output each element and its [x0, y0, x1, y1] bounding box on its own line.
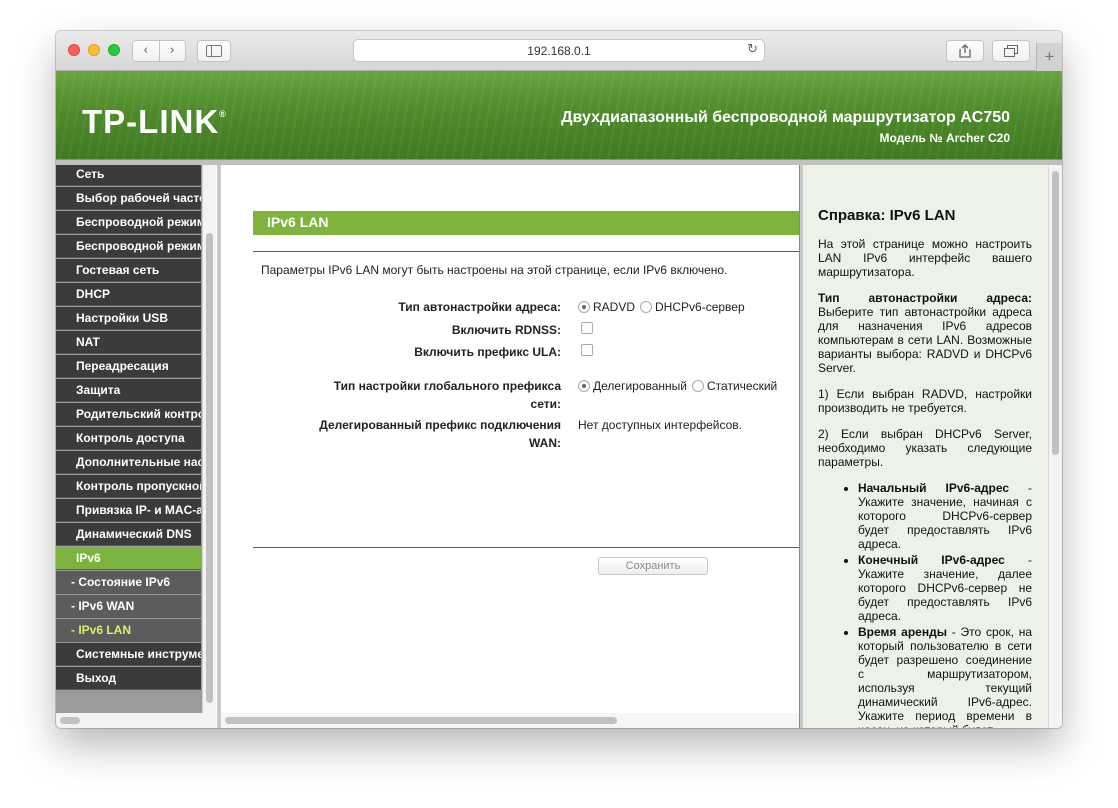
help-term: Тип автонастройки адреса: [818, 291, 1032, 305]
tab-overview-button[interactable] [992, 40, 1030, 62]
window-maximize-button[interactable] [108, 44, 120, 56]
ula-label: Включить префикс ULA: [414, 345, 561, 359]
menu-item[interactable]: Выход [56, 667, 201, 690]
menu-scrollbar[interactable] [202, 165, 216, 728]
content-horizontal-scrollbar[interactable] [221, 713, 799, 728]
section-title: IPv6 LAN [253, 211, 799, 235]
browser-toolbar: ‹ › 192.168.0.1 ↻ + [56, 31, 1062, 71]
radio-static-label: Статический [707, 379, 778, 393]
help-panel: Справка: IPv6 LAN На этой странице можно… [803, 165, 1062, 728]
radio-delegated[interactable] [578, 380, 590, 392]
menu-item[interactable]: - Состояние IPv6 [56, 571, 201, 594]
menu-item[interactable]: Сеть [56, 165, 201, 186]
menu-item[interactable]: Системные инструменты [56, 643, 201, 666]
share-button[interactable] [946, 40, 984, 62]
delegated-prefix-label: Делегированный префикс подключения WAN: [251, 416, 561, 452]
tabs-icon [1004, 45, 1018, 57]
page-header: TP-LINK® Двухдиапазонный беспроводной ма… [56, 71, 1062, 159]
history-nav: ‹ › [132, 40, 186, 62]
model-number: Модель № Archer C20 [879, 131, 1010, 145]
section-rule [253, 251, 799, 252]
menu-item[interactable]: - IPv6 WAN [56, 595, 201, 618]
menu-item[interactable]: Беспроводной режим 2,4 ГГц [56, 211, 201, 234]
help-paragraph: 2) Если выбран DHCPv6 Server, необходимо… [818, 427, 1032, 469]
url-text: 192.168.0.1 [527, 43, 591, 58]
help-paragraph: На этой странице можно настроить LAN IPv… [818, 237, 1032, 279]
rdnss-label: Включить RDNSS: [451, 323, 561, 337]
menu-item[interactable]: Настройки USB [56, 307, 201, 330]
help-list: Начальный IPv6-адрес - Укажите значение,… [858, 481, 1032, 728]
menu-item[interactable]: Выбор рабочей частоты [56, 187, 201, 210]
prefix-type-label: Тип настройки глобального префикса сети: [251, 377, 561, 413]
radio-static[interactable] [692, 380, 705, 392]
help-list-item: Начальный IPv6-адрес - Укажите значение,… [858, 481, 1032, 551]
menu-item[interactable]: Динамический DNS [56, 523, 201, 546]
menu-item[interactable]: Контроль доступа [56, 427, 201, 450]
address-bar[interactable]: 192.168.0.1 ↻ [353, 39, 765, 62]
menu-item[interactable]: IPv6 [56, 547, 201, 570]
help-scrollbar[interactable] [1048, 165, 1062, 728]
sidebar-icon [206, 45, 222, 57]
radio-radvd-label: RADVD [593, 300, 636, 314]
address-type-label: Тип автонастройки адреса: [398, 300, 561, 314]
sidebar-toggle-button[interactable] [197, 40, 231, 62]
menu-horizontal-scrollbar[interactable] [56, 713, 216, 728]
address-type-group: RADVD DHCPv6-сервер [578, 298, 745, 316]
ula-checkbox[interactable] [581, 344, 593, 356]
delegated-prefix-value: Нет доступных интерфейсов. [578, 418, 742, 432]
help-paragraph: Тип автонастройки адреса: Выберите тип а… [818, 291, 1032, 375]
radio-delegated-label: Делегированный [593, 379, 688, 393]
side-menu: СетьВыбор рабочей частотыБеспроводной ре… [56, 165, 202, 728]
brand-logo: TP-LINK® [82, 103, 227, 140]
prefix-type-label-text: Тип настройки глобального префикса сети: [333, 379, 561, 411]
menu-item[interactable]: Переадресация [56, 355, 201, 378]
help-list-item: Время аренды - Это срок, на который поль… [858, 625, 1032, 728]
window-close-button[interactable] [68, 44, 80, 56]
menu-item[interactable]: Контроль пропускной способности [56, 475, 201, 498]
radio-dhcpv6-label: DHCPv6-сервер [655, 300, 745, 314]
menu-item[interactable]: DHCP [56, 283, 201, 306]
rdnss-checkbox[interactable] [581, 322, 593, 334]
menu-item[interactable]: Беспроводной режим 5 ГГц [56, 235, 201, 258]
delegated-prefix-label-text: Делегированный префикс подключения WAN: [319, 418, 561, 450]
share-icon [959, 44, 971, 58]
help-title: Справка: IPv6 LAN [818, 207, 956, 224]
main-content: IPv6 LAN Параметры IPv6 LAN могут быть н… [221, 165, 799, 728]
radio-dhcpv6[interactable] [640, 301, 653, 313]
form-rule [253, 547, 799, 548]
plus-icon[interactable]: + [1036, 43, 1062, 71]
router-page: TP-LINK® Двухдиапазонный беспроводной ма… [56, 71, 1062, 728]
help-body: На этой странице можно настроить LAN IPv… [818, 237, 1032, 728]
help-paragraph: 1) Если выбран RADVD, настройки производ… [818, 387, 1032, 415]
help-list-item: Конечный IPv6-адрес - Укажите значение, … [858, 553, 1032, 623]
menu-item[interactable]: Гостевая сеть [56, 259, 201, 282]
menu-item[interactable]: Привязка IP- и MAC-адресов [56, 499, 201, 522]
menu-item[interactable]: Защита [56, 379, 201, 402]
browser-window: ‹ › 192.168.0.1 ↻ + TP-LINK® Двухдиапазо… [56, 31, 1062, 728]
page-description: Параметры IPv6 LAN могут быть настроены … [261, 263, 728, 277]
menu-item[interactable]: Дополнительные настройки маршрутизации [56, 451, 201, 474]
chevron-left-icon[interactable]: ‹ [133, 41, 160, 61]
chevron-right-icon[interactable]: › [160, 41, 186, 61]
product-title: Двухдиапазонный беспроводной маршрутизат… [561, 109, 1010, 126]
reload-icon[interactable]: ↻ [747, 42, 758, 57]
radio-radvd[interactable] [578, 301, 590, 313]
menu-item[interactable]: NAT [56, 331, 201, 354]
window-minimize-button[interactable] [88, 44, 100, 56]
menu-item[interactable]: - IPv6 LAN [56, 619, 201, 642]
menu-item[interactable]: Родительский контроль [56, 403, 201, 426]
save-button[interactable]: Сохранить [598, 557, 708, 575]
prefix-type-group: Делегированный Статический [578, 377, 777, 395]
